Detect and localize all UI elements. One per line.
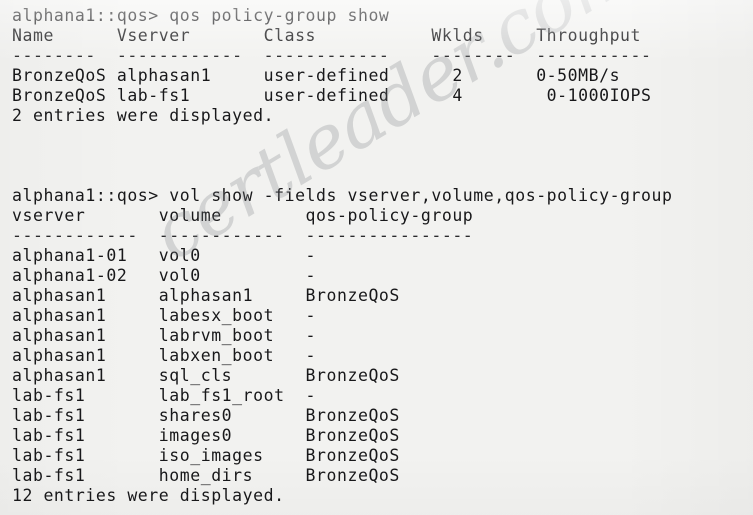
terminal-screenshot: alphana1::qos> qos policy-group show Nam…	[0, 0, 753, 515]
table-row: lab-fs1 shares0 BronzeQoS	[12, 406, 400, 425]
table-row: lab-fs1 lab_fs1_root -	[12, 386, 317, 405]
table-separator-row-vol-show: ------------ ------------ --------------…	[12, 226, 474, 245]
table-row: alphasan1 alphasan1 BronzeQoS	[12, 286, 400, 305]
table-header-row-policy-group: Name Vserver Class Wklds Throughput	[12, 26, 642, 45]
command-line-qos-policy-group-show: alphana1::qos> qos policy-group show	[12, 6, 390, 25]
table-row: lab-fs1 iso_images BronzeQoS	[12, 446, 400, 465]
entries-footer-vol-show: 12 entries were displayed.	[12, 486, 285, 505]
table-row: alphasan1 sql_cls BronzeQoS	[12, 366, 400, 385]
table-row: BronzeQoS alphasan1 user-defined 2 0-50M…	[12, 66, 621, 85]
terminal-output-area[interactable]: alphana1::qos> qos policy-group show Nam…	[0, 0, 753, 515]
table-row: alphana1-02 vol0 -	[12, 266, 317, 285]
table-row: lab-fs1 home_dirs BronzeQoS	[12, 466, 400, 485]
table-row: alphasan1 labxen_boot -	[12, 346, 317, 365]
table-row: alphana1-01 vol0 -	[12, 246, 317, 265]
entries-footer-policy-group: 2 entries were displayed.	[12, 106, 275, 125]
table-header-row-vol-show: vserver volume qos-policy-group	[12, 206, 474, 225]
command-line-vol-show-fields: alphana1::qos> vol show -fields vserver,…	[12, 186, 673, 205]
table-row: alphasan1 labesx_boot -	[12, 306, 317, 325]
table-row: alphasan1 labrvm_boot -	[12, 326, 317, 345]
table-separator-row-policy-group: -------- ------------ ------------ -----…	[12, 46, 652, 65]
table-row: BronzeQoS lab-fs1 user-defined 4 0-1000I…	[12, 86, 652, 105]
table-row: lab-fs1 images0 BronzeQoS	[12, 426, 400, 445]
